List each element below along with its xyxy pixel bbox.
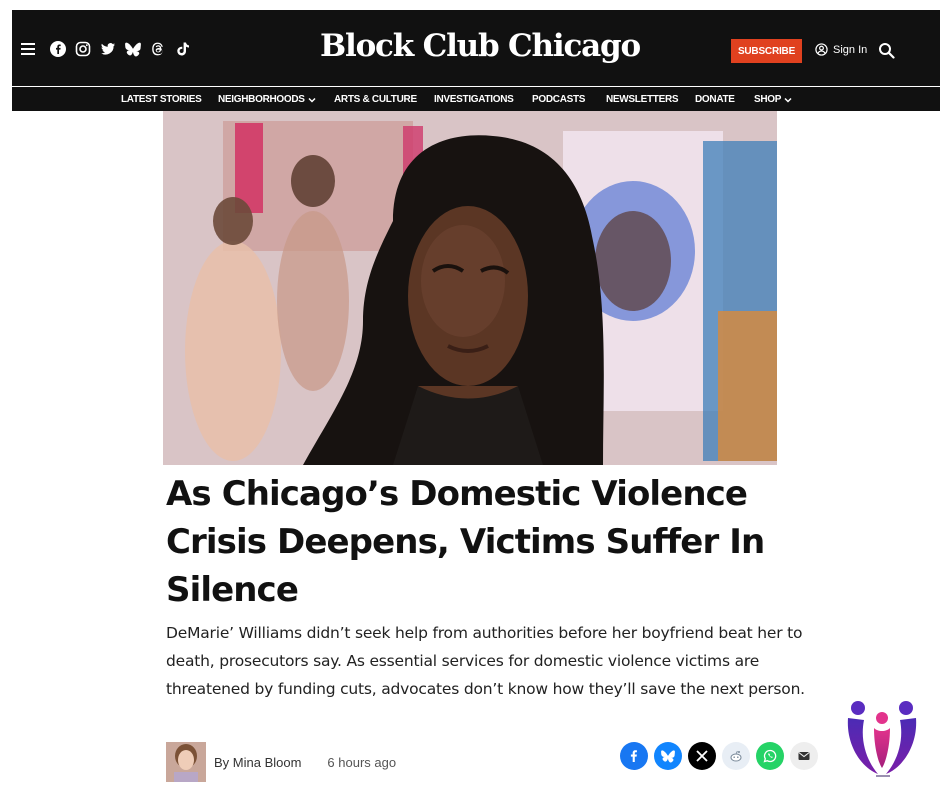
nav-label: DONATE — [695, 94, 735, 105]
author-link[interactable]: By Mina Bloom — [214, 755, 301, 770]
share-buttons — [620, 742, 818, 770]
nav-donate[interactable]: DONATE — [695, 94, 735, 105]
x-icon — [696, 750, 708, 762]
x-share-button[interactable] — [688, 742, 716, 770]
bluesky-icon[interactable] — [125, 41, 141, 57]
nav-label: NEIGHBORHOODS — [218, 94, 305, 105]
nav-label: NEWSLETTERS — [606, 94, 679, 105]
threads-icon[interactable] — [150, 41, 166, 57]
reddit-icon — [730, 751, 742, 762]
nav-label: INVESTIGATIONS — [434, 94, 514, 105]
subscribe-button[interactable]: SUBSCRIBE — [731, 39, 802, 63]
facebook-icon — [630, 750, 637, 762]
nav-shop[interactable]: SHOP — [754, 94, 792, 105]
facebook-icon[interactable] — [50, 41, 66, 57]
reddit-share-button[interactable] — [722, 742, 750, 770]
chevron-down-icon — [308, 97, 316, 103]
sign-in-button[interactable]: Sign In — [815, 43, 867, 56]
whatsapp-share-button[interactable] — [756, 742, 784, 770]
nav-latest-stories[interactable]: LATEST STORIES — [121, 94, 202, 105]
nav-arts-culture[interactable]: ARTS & CULTURE — [334, 94, 417, 105]
main-nav: LATEST STORIES NEIGHBORHOODS ARTS & CULT… — [12, 86, 940, 111]
search-icon[interactable] — [878, 42, 895, 59]
nav-label: LATEST STORIES — [121, 94, 202, 105]
nav-podcasts[interactable]: PODCASTS — [532, 94, 585, 105]
whatsapp-icon — [763, 749, 777, 763]
nav-label: ARTS & CULTURE — [334, 94, 417, 105]
nav-investigations[interactable]: INVESTIGATIONS — [434, 94, 514, 105]
author-avatar[interactable] — [166, 742, 206, 782]
bluesky-share-button[interactable] — [654, 742, 682, 770]
facebook-share-button[interactable] — [620, 742, 648, 770]
publish-time: 6 hours ago — [327, 754, 397, 770]
chevron-down-icon — [784, 97, 792, 103]
nav-neighborhoods[interactable]: NEIGHBORHOODS — [218, 94, 316, 105]
tiktok-icon[interactable] — [175, 41, 191, 57]
social-links — [50, 41, 191, 57]
instagram-icon[interactable] — [75, 41, 91, 57]
email-icon — [798, 752, 810, 760]
article-headline: As Chicago’s Domestic Violence Crisis De… — [166, 474, 765, 610]
sign-in-label: Sign In — [833, 43, 868, 56]
email-share-button[interactable] — [790, 742, 818, 770]
hamburger-menu-icon[interactable] — [21, 43, 35, 55]
bluesky-icon — [661, 750, 675, 763]
nav-newsletters[interactable]: NEWSLETTERS — [606, 94, 679, 105]
nav-label: PODCASTS — [532, 94, 586, 105]
site-logo[interactable]: Block Club Chicago — [320, 28, 641, 64]
twitter-icon[interactable] — [100, 41, 116, 57]
organization-logo — [840, 696, 924, 780]
hero-photo — [163, 111, 777, 465]
byline: By Mina Bloom 6 hours ago — [166, 742, 396, 782]
user-icon — [815, 43, 828, 56]
site-header: Block Club Chicago SUBSCRIBE Sign In — [12, 10, 940, 86]
nav-label: SHOP — [754, 94, 782, 105]
article-dek: DeMarie’ Williams didn’t seek help from … — [166, 624, 805, 698]
